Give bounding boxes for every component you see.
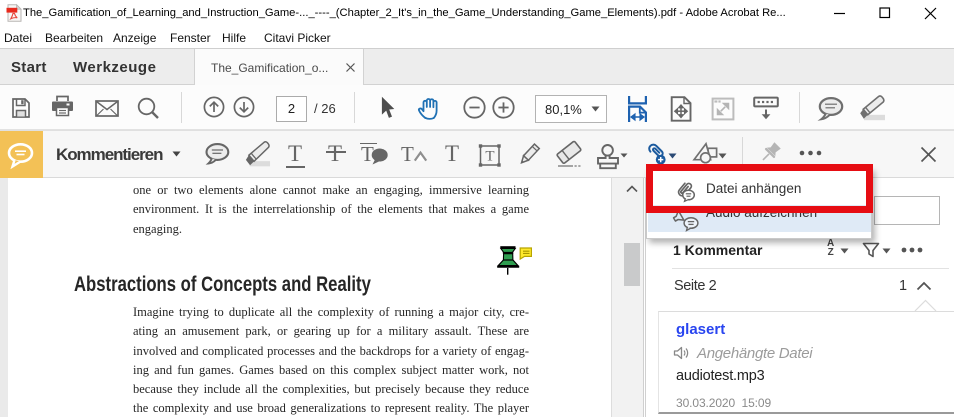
svg-text:T: T bbox=[485, 149, 494, 165]
